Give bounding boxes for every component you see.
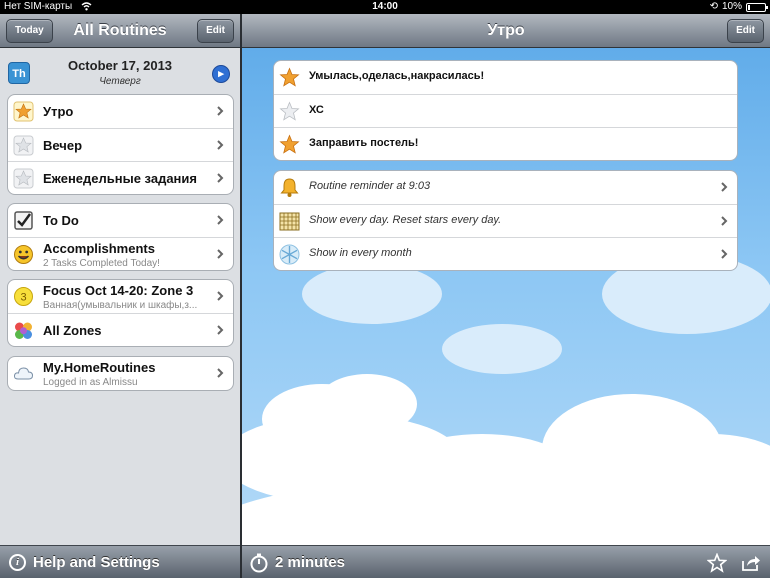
routines-sidebar: Today All Routines Edit Th October 17, 2…: [0, 14, 240, 578]
sidebar-item-label: To Do: [43, 213, 79, 228]
task-label: ХС: [309, 104, 324, 116]
battery-percent: 10%: [721, 1, 742, 12]
lock-rotation-icon: ⟲: [709, 1, 718, 12]
sidebar-item-label: Focus Oct 14-20: Zone 3: [43, 283, 194, 298]
routine-title: Утро: [487, 22, 525, 39]
sidebar-item-label: All Zones: [43, 323, 102, 338]
checkbox-icon: [14, 211, 33, 230]
task-label: Умылась,оделась,накрасилась!: [309, 70, 485, 82]
sidebar-edit-button[interactable]: Edit: [197, 19, 234, 43]
star-folder-icon: [13, 135, 34, 156]
months-setting[interactable]: Show in every month: [274, 237, 737, 270]
date-selector: Th October 17, 2013 Четверг ▸: [0, 48, 240, 92]
sidebar-item-label: Утро: [43, 104, 74, 119]
info-icon: i: [9, 554, 26, 571]
chevron-right-icon: [217, 325, 224, 335]
chevron-right-icon: [721, 182, 728, 192]
sidebar-item-evening[interactable]: Вечер: [8, 128, 233, 161]
star-on-icon[interactable]: [279, 67, 300, 88]
chevron-right-icon: [217, 215, 224, 225]
detail-toolbar: 2 minutes: [242, 545, 770, 578]
task-list: Умылась,оделась,накрасилась! ХС Заправит…: [273, 60, 738, 161]
sidebar-item-morning[interactable]: Утро: [8, 95, 233, 128]
detail-edit-button[interactable]: Edit: [727, 19, 764, 43]
sidebar-item-all-zones[interactable]: All Zones: [8, 313, 233, 346]
sidebar-item-sublabel: 2 Tasks Completed Today!: [43, 258, 160, 269]
help-settings-button[interactable]: i Help and Settings: [0, 545, 240, 578]
sidebar-item-label: Еженедельные задания: [43, 171, 197, 186]
current-date: October 17, 2013: [67, 58, 173, 73]
star-off-icon[interactable]: [279, 101, 300, 122]
sidebar-item-account[interactable]: My.HomeRoutines Logged in as Almissu: [8, 357, 233, 390]
zones-icon: [15, 322, 32, 339]
current-weekday: Четверг: [99, 76, 141, 87]
setting-label: Show in every month: [309, 247, 412, 259]
next-day-button[interactable]: ▸: [212, 65, 230, 83]
zones-list: 3 Focus Oct 14-20: Zone 3 Ванная(умываль…: [7, 279, 234, 347]
calendar-icon: [279, 212, 300, 231]
setting-label: Routine reminder at 9:03: [309, 180, 431, 192]
zone-badge-icon: 3: [14, 287, 33, 306]
sidebar-item-sublabel: Logged in as Almissu: [43, 377, 138, 388]
sidebar-item-sublabel: Ванная(умывальник и шкафы,з...: [43, 300, 198, 311]
star-folder-icon: [13, 168, 34, 189]
chevron-right-icon: [217, 140, 224, 150]
snowflake-icon: [279, 244, 300, 265]
sidebar-item-label: My.HomeRoutines: [43, 360, 156, 375]
help-settings-label: Help and Settings: [33, 554, 160, 571]
schedule-setting[interactable]: Show every day. Reset stars every day.: [274, 204, 737, 237]
sidebar-item-weekly[interactable]: Еженедельные задания: [8, 161, 233, 194]
bell-icon: [280, 178, 299, 197]
clock: 14:00: [372, 1, 398, 12]
battery-icon: [746, 2, 768, 12]
chevron-right-icon: [217, 368, 224, 378]
smiley-icon: [14, 245, 33, 264]
stopwatch-icon[interactable]: [249, 553, 269, 573]
sidebar-item-label: Accomplishments: [43, 241, 155, 256]
account-list: My.HomeRoutines Logged in as Almissu: [7, 356, 234, 391]
routine-settings-list: Routine reminder at 9:03 Show every day.…: [273, 170, 738, 271]
sidebar-item-label: Вечер: [43, 138, 83, 153]
task-item[interactable]: Заправить постель!: [274, 127, 737, 160]
task-item[interactable]: Умылась,оделась,накрасилась!: [274, 61, 737, 94]
chevron-right-icon: [217, 173, 224, 183]
chevron-right-icon: [721, 249, 728, 259]
sidebar-item-focus[interactable]: 3 Focus Oct 14-20: Zone 3 Ванная(умываль…: [8, 280, 233, 313]
star-outline-icon[interactable]: [707, 553, 727, 573]
sidebar-navbar: Today All Routines Edit: [0, 14, 240, 48]
battery-fill: [748, 4, 750, 10]
reminder-setting[interactable]: Routine reminder at 9:03: [274, 171, 737, 204]
routines-list: Утро Вечер Еженедельные задания: [7, 94, 234, 195]
star-on-icon[interactable]: [279, 134, 300, 155]
cloud-icon: [13, 367, 34, 380]
sidebar-item-todo[interactable]: To Do: [8, 204, 233, 237]
chevron-right-icon: [217, 291, 224, 301]
setting-label: Show every day. Reset stars every day.: [309, 214, 502, 226]
chevron-right-icon: [217, 249, 224, 259]
routine-detail: Утро Edit Умылась,оделась,накрасилась! Х…: [242, 14, 770, 578]
sidebar-item-accomplishments[interactable]: Accomplishments 2 Tasks Completed Today!: [8, 237, 233, 270]
share-icon[interactable]: [741, 553, 761, 573]
detail-navbar: Утро Edit: [242, 14, 770, 48]
task-label: Заправить постель!: [309, 137, 419, 149]
task-item[interactable]: ХС: [274, 94, 737, 127]
chevron-right-icon: [217, 106, 224, 116]
svg-text:3: 3: [20, 292, 26, 304]
chevron-right-icon: [721, 216, 728, 226]
timer-label[interactable]: 2 minutes: [275, 546, 345, 578]
star-folder-icon: [13, 101, 34, 122]
tasks-list: To Do Accomplishments 2 Tasks Completed …: [7, 203, 234, 271]
status-bar: Нет SIM-карты 14:00 ⟲ 10%: [0, 0, 770, 14]
